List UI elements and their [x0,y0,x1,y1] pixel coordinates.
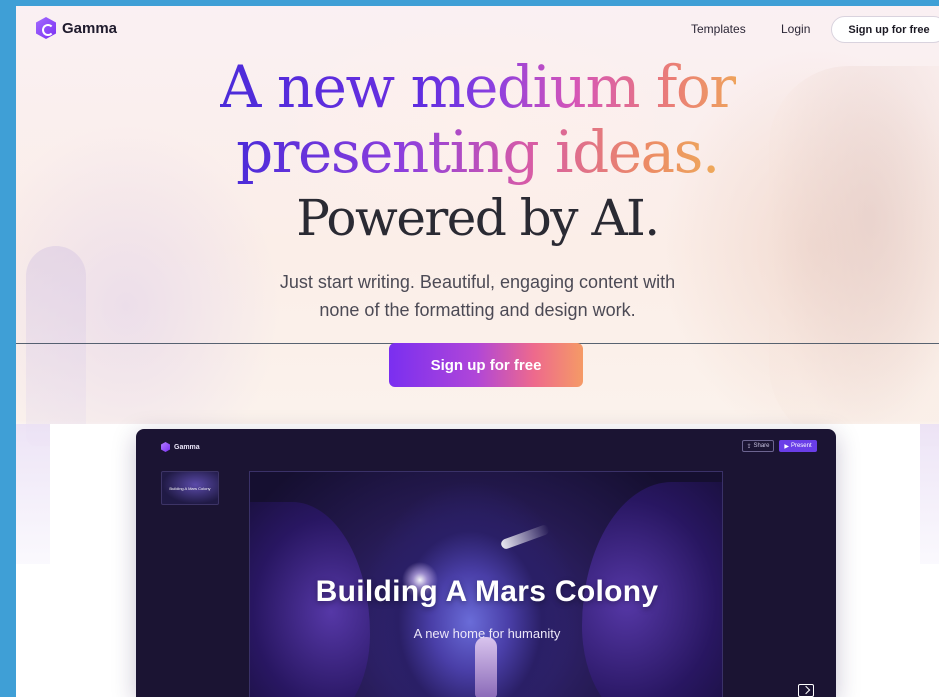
app-preview: Gamma ⇪ Share ▶ Present Building A Mars … [136,429,836,697]
hero-heading-line-1: A new medium for [16,54,939,120]
logo-text: Gamma [62,19,118,37]
right-decoration [920,424,939,564]
hero-signup-button[interactable]: Sign up for free [389,343,583,387]
slide-title: Building A Mars Colony [315,575,659,608]
preview-present-button[interactable]: ▶ Present [779,440,817,452]
gamma-logo[interactable]: Gamma [36,17,117,39]
comet-illustration [499,523,551,551]
expand-icon[interactable] [798,684,814,697]
preview-logo-text: Gamma [174,443,200,451]
nav-templates-link[interactable]: Templates [691,22,746,36]
slide-subtitle: A new home for humanity [413,626,561,641]
preview-present-label: Present [790,443,812,449]
gamma-logo-icon [36,17,56,39]
left-decoration [16,424,50,564]
play-icon: ▶ [784,443,789,450]
nav-signup-button[interactable]: Sign up for free [831,16,939,43]
slide-canvas: Building A Mars Colony A new home for hu… [249,471,723,697]
hero-subtext-line-2: none of the formatting and design work. [319,300,636,320]
preview-gamma-logo-icon [161,442,170,452]
top-nav: Gamma Templates Login Sign up for free [16,6,939,52]
page-frame: Gamma Templates Login Sign up for free A… [16,6,939,697]
share-icon: ⇪ [746,443,752,450]
astronaut-figure [475,637,497,697]
hero-heading-line-2-text: presenting ideas. [236,118,720,186]
preview-share-label: Share [753,443,770,449]
nav-login-link[interactable]: Login [781,22,810,36]
slide-thumbnail[interactable]: Building A Mars Colony [161,471,219,505]
preview-logo: Gamma [161,442,200,452]
hero-heading-powered: Powered by AI. [296,189,660,247]
hero-heading-line-2: presenting ideas. [16,119,939,185]
slide-thumbnail-text: Building A Mars Colony [169,485,211,491]
hero-heading-line-1-gradient: medium for [410,53,737,121]
hero-subtext-line-1: Just start writing. Beautiful, engaging … [279,272,676,292]
preview-share-button[interactable]: ⇪ Share [742,440,774,452]
hero-heading-line-1-start: A new [219,53,411,121]
